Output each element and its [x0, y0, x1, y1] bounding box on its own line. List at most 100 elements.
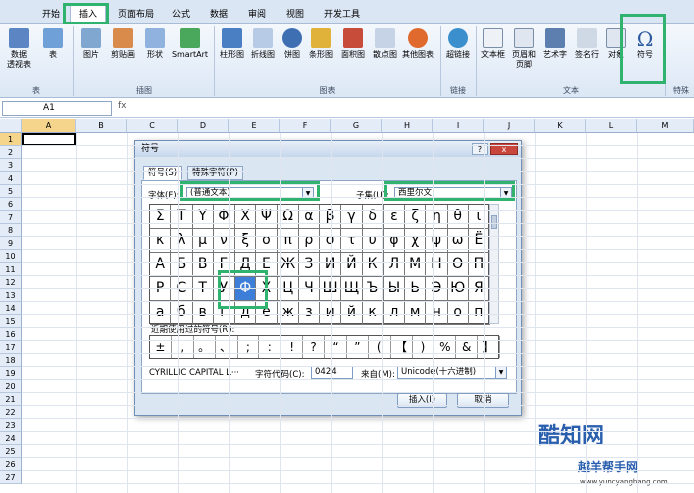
from-dropdown[interactable]: Unicode(十六进制) ▼: [397, 366, 507, 379]
symbol-cell[interactable]: З: [298, 253, 320, 277]
row-header[interactable]: 2: [0, 146, 22, 159]
symbol-cell[interactable]: Ч: [298, 277, 320, 301]
symbol-cell[interactable]: б: [171, 301, 193, 325]
tab-review[interactable]: 审阅: [242, 6, 272, 24]
tab-view[interactable]: 视图: [280, 6, 310, 24]
symbol-cell[interactable]: к: [362, 301, 384, 325]
symbol-cell[interactable]: О: [447, 253, 469, 277]
object-button[interactable]: 对象: [604, 28, 628, 60]
symbol-cell[interactable]: ζ: [405, 205, 427, 229]
column-header[interactable]: I: [433, 119, 484, 133]
symbol-cell[interactable]: Χ: [235, 205, 257, 229]
column-header[interactable]: B: [76, 119, 127, 133]
symbol-cell[interactable]: Й: [341, 253, 363, 277]
symbol-cell[interactable]: К: [362, 253, 384, 277]
row-header[interactable]: 21: [0, 393, 22, 406]
row-header[interactable]: 17: [0, 341, 22, 354]
row-header[interactable]: 6: [0, 198, 22, 211]
row-header[interactable]: 13: [0, 289, 22, 302]
pivot-table-button[interactable]: 数据 透视表: [4, 28, 34, 70]
symbol-cell[interactable]: Я: [468, 277, 490, 301]
recent-symbols[interactable]: ±,。、;:!? “”(【)% &】: [149, 335, 500, 359]
symbol-cell[interactable]: Ъ: [362, 277, 384, 301]
symbol-cell[interactable]: в: [192, 301, 214, 325]
symbol-grid-scrollbar[interactable]: [489, 204, 499, 324]
symbol-cell[interactable]: е: [256, 301, 278, 325]
symbol-cell[interactable]: а: [150, 301, 172, 325]
row-header[interactable]: 14: [0, 302, 22, 315]
column-header[interactable]: D: [178, 119, 229, 133]
scrollbar-thumb[interactable]: [491, 215, 497, 229]
symbol-cell[interactable]: Τ: [171, 205, 193, 229]
symbol-cell[interactable]: А: [150, 253, 172, 277]
symbol-cell[interactable]: α: [298, 205, 320, 229]
symbol-cell[interactable]: Р: [150, 277, 172, 301]
symbol-cell[interactable]: Д: [235, 253, 257, 277]
line-chart-button[interactable]: 折线图: [248, 28, 278, 60]
row-header[interactable]: 8: [0, 224, 22, 237]
row-header[interactable]: 11: [0, 263, 22, 276]
font-dropdown[interactable]: (普通文本) ▼: [186, 187, 314, 200]
symbol-cell[interactable]: Л: [383, 253, 405, 277]
symbol-cell[interactable]: г: [213, 301, 235, 325]
tab-page-layout[interactable]: 页面布局: [112, 6, 160, 24]
row-header[interactable]: 24: [0, 432, 22, 445]
symbol-cell[interactable]: й: [341, 301, 363, 325]
symbol-cell[interactable]: θ: [447, 205, 469, 229]
symbol-cell[interactable]: η: [426, 205, 448, 229]
smartart-button[interactable]: SmartArt: [170, 28, 210, 60]
symbol-cell[interactable]: п: [468, 301, 490, 325]
row-header[interactable]: 4: [0, 172, 22, 185]
symbol-cell[interactable]: ε: [383, 205, 405, 229]
symbol-button[interactable]: Ω 符号: [630, 28, 660, 60]
tab-insert[interactable]: 插入: [70, 5, 106, 23]
symbol-cell[interactable]: ι: [468, 205, 490, 229]
symbol-cell[interactable]: Б: [171, 253, 193, 277]
row-header[interactable]: 10: [0, 250, 22, 263]
row-header[interactable]: 18: [0, 354, 22, 367]
symbol-cell[interactable]: М: [405, 253, 427, 277]
symbol-cell[interactable]: л: [383, 301, 405, 325]
symbol-cell[interactable]: δ: [362, 205, 384, 229]
table-button[interactable]: 表: [40, 28, 66, 60]
column-header[interactable]: K: [535, 119, 586, 133]
tab-symbols[interactable]: 符号(S): [143, 166, 183, 180]
row-header[interactable]: 15: [0, 315, 22, 328]
hyperlink-button[interactable]: 超链接: [443, 28, 473, 60]
row-header[interactable]: 1: [0, 133, 22, 146]
row-header[interactable]: 20: [0, 380, 22, 393]
row-header[interactable]: 7: [0, 211, 22, 224]
symbol-cell[interactable]: Ы: [383, 277, 405, 301]
row-header[interactable]: 19: [0, 367, 22, 380]
symbol-cell[interactable]: з: [298, 301, 320, 325]
other-charts-button[interactable]: 其他图表: [400, 28, 436, 60]
tab-developer[interactable]: 开发工具: [318, 6, 366, 24]
column-header[interactable]: L: [586, 119, 637, 133]
picture-button[interactable]: 图片: [78, 28, 104, 60]
clipart-button[interactable]: 剪贴画: [106, 28, 140, 60]
symbol-cell[interactable]: н: [426, 301, 448, 325]
symbol-cell[interactable]: м: [405, 301, 427, 325]
column-header[interactable]: G: [331, 119, 382, 133]
column-header[interactable]: M: [637, 119, 694, 133]
row-header[interactable]: 9: [0, 237, 22, 250]
textbox-button[interactable]: 文本框: [479, 28, 507, 60]
symbol-cell[interactable]: Х: [256, 277, 278, 301]
symbol-cell[interactable]: Σ: [150, 205, 172, 229]
symbol-cell[interactable]: Г: [213, 253, 235, 277]
column-header[interactable]: E: [229, 119, 280, 133]
row-header[interactable]: 5: [0, 185, 22, 198]
column-header[interactable]: C: [127, 119, 178, 133]
pie-chart-button[interactable]: 饼图: [280, 28, 304, 60]
area-chart-button[interactable]: 面积图: [338, 28, 368, 60]
column-header[interactable]: F: [280, 119, 331, 133]
row-header[interactable]: 16: [0, 328, 22, 341]
symbol-grid[interactable]: ΣΤΥΦΧΨΩαβγδεζηθικλμνξοπρστυφχψωЁАБВГДЕЖЗ…: [149, 204, 490, 325]
row-header[interactable]: 23: [0, 419, 22, 432]
symbol-cell[interactable]: Е: [256, 253, 278, 277]
symbol-cell[interactable]: Т: [192, 277, 214, 301]
symbol-cell[interactable]: Υ: [192, 205, 214, 229]
signature-line-button[interactable]: 签名行: [572, 28, 602, 60]
row-header[interactable]: 12: [0, 276, 22, 289]
char-code-input[interactable]: 0424: [311, 366, 353, 379]
